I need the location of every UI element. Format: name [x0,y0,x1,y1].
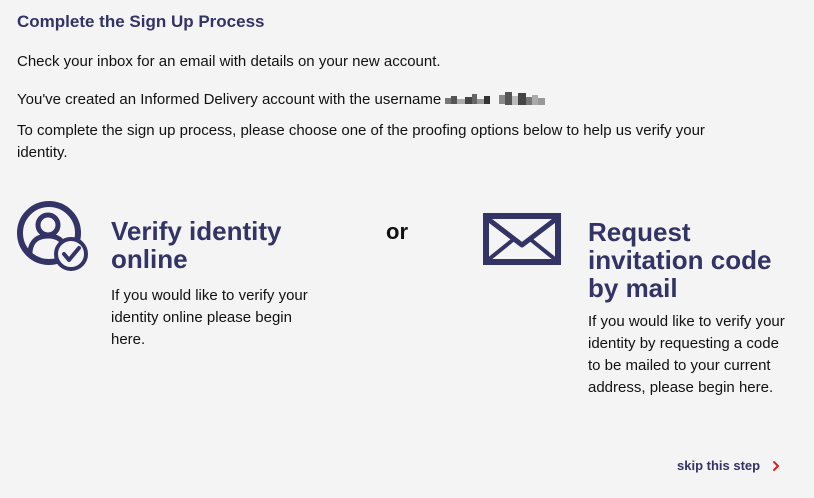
page-title: Complete the Sign Up Process [17,12,265,31]
skip-step-link[interactable]: skip this step [677,458,781,473]
inbox-note: Check your inbox for an email with detai… [17,53,441,70]
verify-online-option[interactable]: Verify identity online If you would like… [17,200,317,360]
request-by-mail-title: Request invitation code by mail [588,217,772,303]
username-line: You've created an Informed Delivery acco… [17,89,551,111]
instructions: To complete the sign up process, please … [17,122,705,161]
request-by-mail-description: If you would like to verify your identit… [588,313,785,396]
or-separator: or [386,219,408,244]
redacted-username [445,92,546,105]
chevron-right-icon [773,460,780,471]
verify-online-title: Verify identity online [111,216,282,274]
request-by-mail-option[interactable]: Request invitation code by mail If you w… [483,210,793,430]
skip-step-label: skip this step [677,458,761,473]
verify-online-description: If you would like to verify your identit… [111,287,308,348]
user-check-icon [17,201,88,271]
envelope-icon [483,213,561,265]
created-note: You've created an Informed Delivery acco… [17,91,442,108]
